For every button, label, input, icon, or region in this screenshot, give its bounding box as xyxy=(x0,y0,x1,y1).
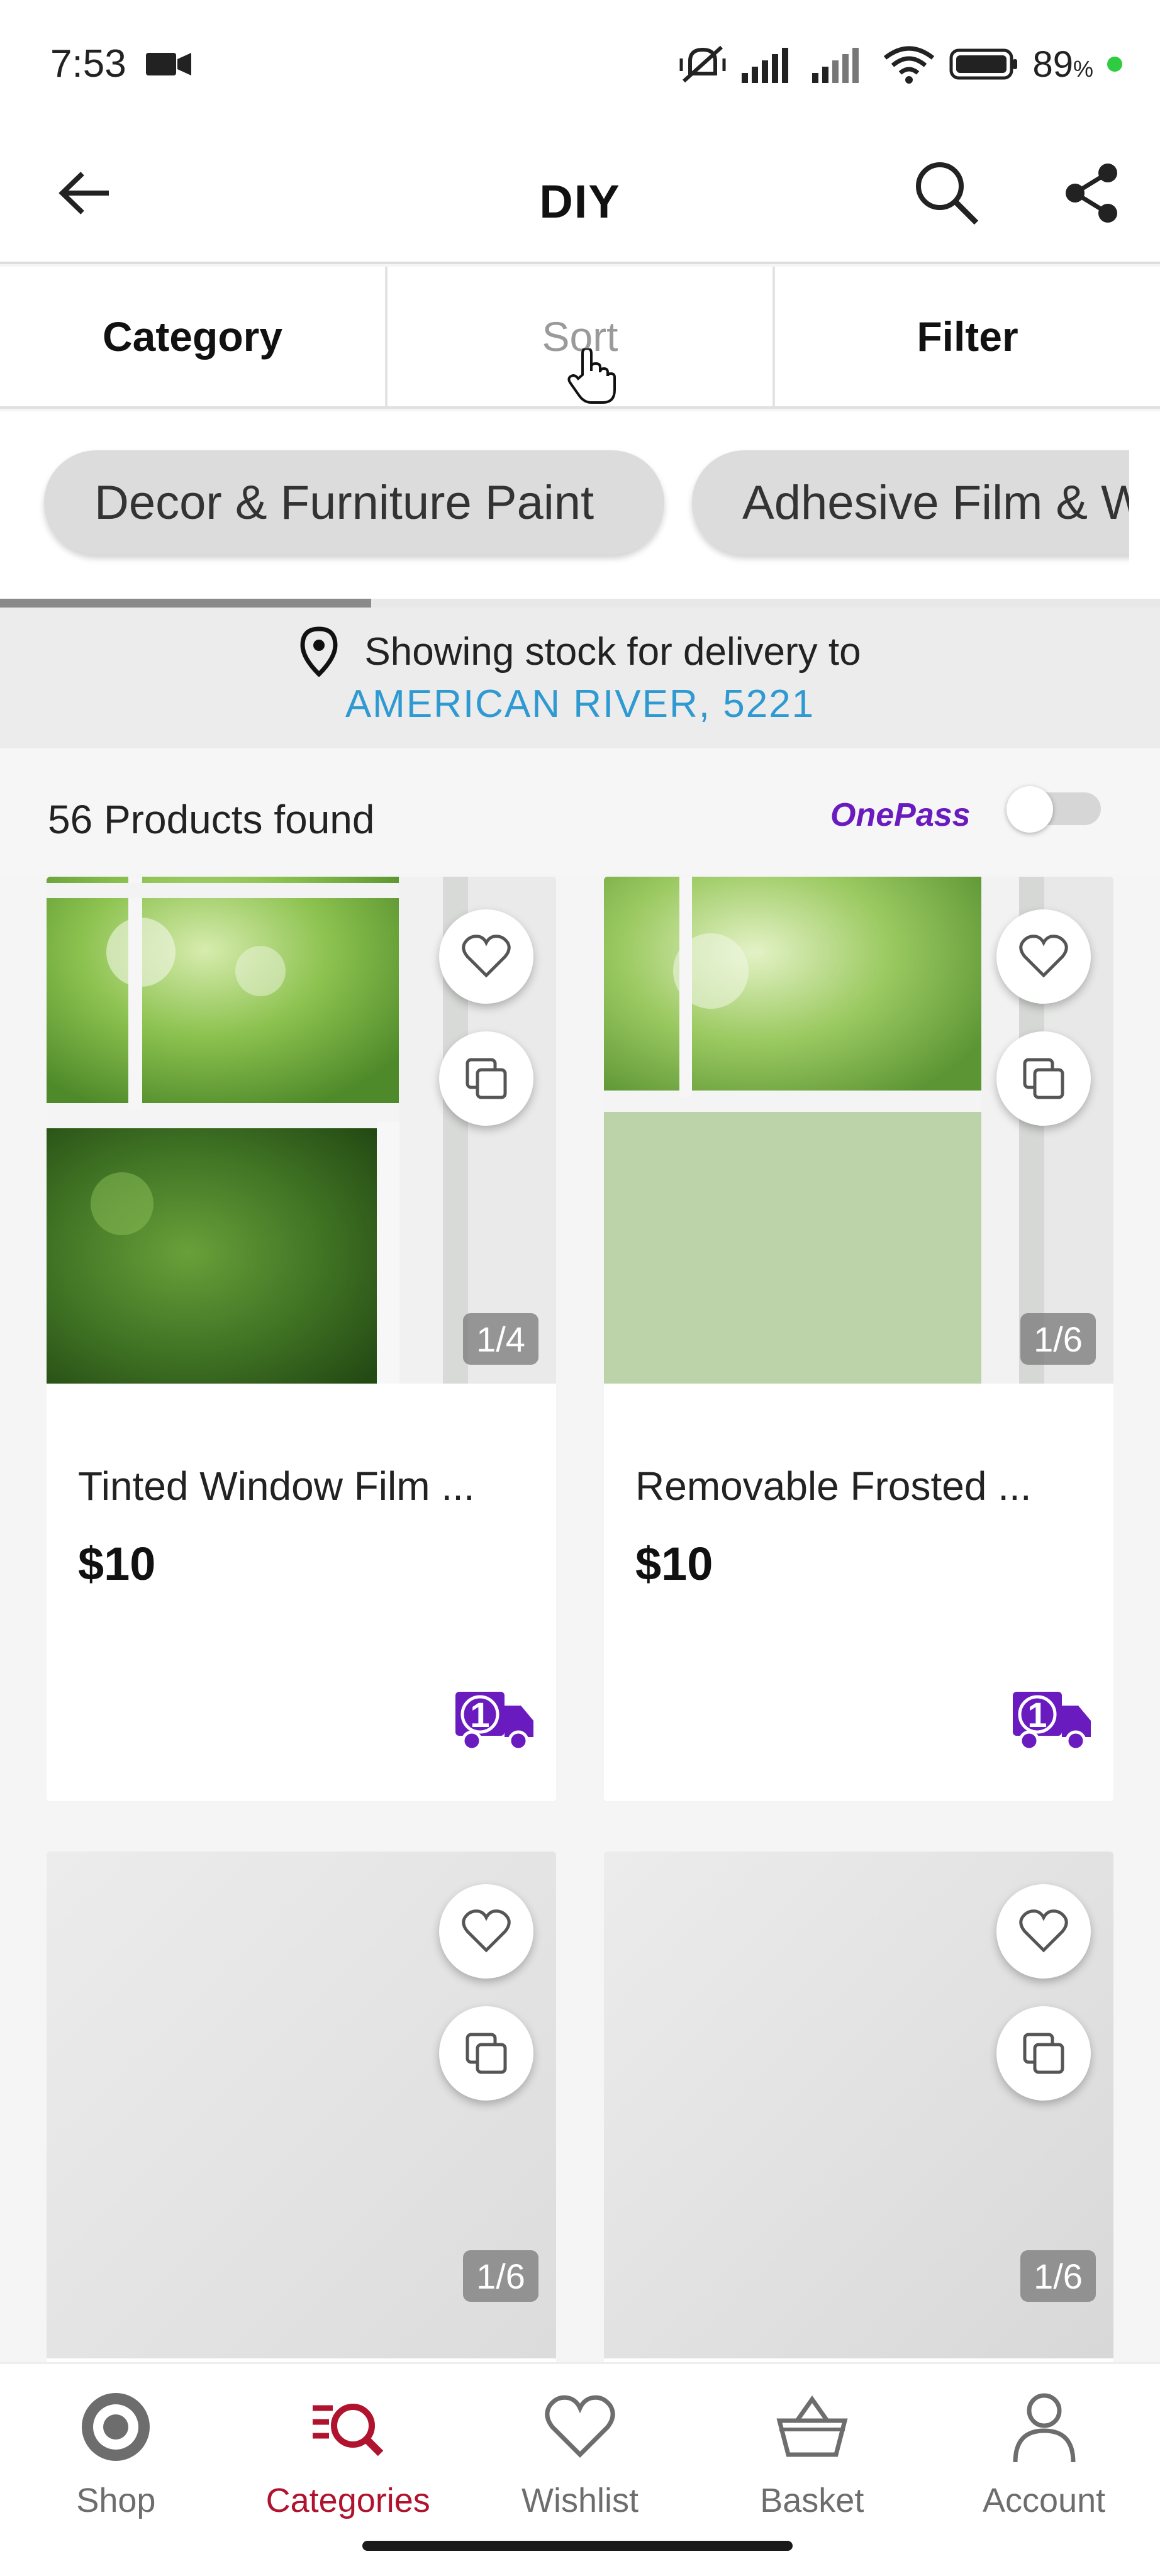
compare-button[interactable] xyxy=(996,1031,1091,1126)
nav-categories-label: Categories xyxy=(265,2482,430,2519)
svg-text:1: 1 xyxy=(470,1695,489,1735)
wishlist-button[interactable] xyxy=(439,1884,533,1979)
product-image-placeholder[interactable]: 1/6 xyxy=(604,1852,1113,2358)
compare-icon xyxy=(1023,2033,1064,2074)
tab-filter-label: Filter xyxy=(917,313,1018,360)
compare-button[interactable] xyxy=(439,1031,533,1126)
search-button[interactable] xyxy=(906,152,988,234)
status-dot xyxy=(1107,57,1122,72)
product-card[interactable]: 1/6 Removable Frosted ... $10 1 xyxy=(604,877,1113,1801)
wifi-icon xyxy=(884,46,935,84)
delivery-location-link[interactable]: AMERICAN RIVER, 5221 xyxy=(0,682,1160,726)
person-icon xyxy=(1013,2393,1076,2463)
hand-cursor-icon xyxy=(567,348,616,404)
status-time: 7:53 xyxy=(50,42,126,86)
product-name[interactable]: Tinted Window Film ... xyxy=(78,1463,475,1509)
onepass-logo: OnePass xyxy=(830,797,971,833)
subcategory-chips: Decor & Furniture Paint Adhesive Film & … xyxy=(0,411,1160,608)
nav-wishlist-label: Wishlist xyxy=(521,2482,639,2519)
share-icon xyxy=(1066,164,1117,223)
video-camera-icon xyxy=(146,53,191,75)
svg-text:1: 1 xyxy=(1027,1695,1047,1735)
heart-icon xyxy=(545,2395,615,2458)
compare-button[interactable] xyxy=(996,2006,1091,2101)
battery-percent: 89% xyxy=(1032,43,1093,85)
compare-icon xyxy=(1023,1058,1064,1099)
location-pin-icon xyxy=(300,626,338,677)
delivery-location-banner[interactable]: Showing stock for delivery to AMERICAN R… xyxy=(0,608,1160,748)
heart-icon xyxy=(462,1909,511,1953)
wishlist-button[interactable] xyxy=(439,909,533,1004)
product-image-placeholder[interactable]: 1/6 xyxy=(47,1852,556,2358)
toggle-knob xyxy=(1007,786,1053,833)
heart-icon xyxy=(462,935,511,978)
product-card[interactable]: 1/6 xyxy=(47,1852,556,2418)
nav-basket-label: Basket xyxy=(760,2482,864,2519)
image-counter: 1/4 xyxy=(463,1313,538,1365)
nav-shop[interactable]: Shop xyxy=(0,2364,232,2576)
app-header: DIY xyxy=(0,126,1160,264)
wishlist-button[interactable] xyxy=(996,1884,1091,1979)
delivery-prefix: Showing stock for delivery to xyxy=(364,630,861,674)
chips-scroll-indicator xyxy=(0,599,371,608)
product-price: $10 xyxy=(78,1538,156,1590)
sort-filter-bar: Category Sort Filter xyxy=(0,267,1160,409)
tab-category-label: Category xyxy=(102,313,283,360)
product-image[interactable]: 1/6 xyxy=(604,877,1113,1384)
home-indicator[interactable] xyxy=(362,2541,793,2551)
heart-icon xyxy=(1019,935,1068,978)
results-bar: 56 Products found OnePass xyxy=(0,748,1160,874)
chip-adhesive-film[interactable]: Adhesive Film & Wallpaper xyxy=(692,450,1160,555)
tab-category[interactable]: Category xyxy=(0,267,388,406)
tab-sort[interactable]: Sort xyxy=(388,267,775,406)
basket-icon xyxy=(776,2395,848,2457)
chips-edge xyxy=(1129,411,1160,608)
product-name[interactable]: Removable Frosted ... xyxy=(635,1463,1032,1509)
nav-account-label: Account xyxy=(983,2482,1106,2519)
mute-vibrate-icon xyxy=(679,45,726,83)
signal-icon-2 xyxy=(812,48,859,83)
onepass-toggle[interactable] xyxy=(1007,786,1101,833)
status-bar: 7:53 89% xyxy=(0,0,1160,126)
onepass-delivery-icon: 1 xyxy=(455,1692,533,1752)
onepass-delivery-icon: 1 xyxy=(1013,1692,1091,1752)
product-card[interactable]: 1/4 Tinted Window Film ... $10 1 xyxy=(47,877,556,1801)
tab-filter[interactable]: Filter xyxy=(775,267,1160,406)
compare-icon xyxy=(466,2033,507,2074)
nav-shop-label: Shop xyxy=(76,2482,156,2519)
share-button[interactable] xyxy=(1051,152,1132,234)
search-icon xyxy=(916,162,979,225)
product-price: $10 xyxy=(635,1538,713,1590)
compare-icon xyxy=(466,1058,507,1099)
image-counter: 1/6 xyxy=(463,2250,538,2302)
heart-icon xyxy=(1019,1909,1068,1953)
product-image[interactable]: 1/4 xyxy=(47,877,556,1384)
wishlist-button[interactable] xyxy=(996,909,1091,1004)
delivery-line: Showing stock for delivery to xyxy=(0,626,1160,677)
image-counter: 1/6 xyxy=(1020,2250,1096,2302)
compare-button[interactable] xyxy=(439,2006,533,2101)
product-card[interactable]: 1/6 xyxy=(604,1852,1113,2418)
results-count: 56 Products found xyxy=(48,797,375,842)
categories-search-icon xyxy=(313,2404,384,2457)
target-icon xyxy=(82,2393,150,2461)
signal-icon xyxy=(742,48,789,83)
nav-account[interactable]: Account xyxy=(928,2364,1160,2576)
status-icons: 89% xyxy=(678,39,1122,89)
battery-icon xyxy=(949,48,1018,80)
chip-decor-furniture-paint[interactable]: Decor & Furniture Paint xyxy=(44,450,664,555)
image-counter: 1/6 xyxy=(1020,1313,1096,1365)
